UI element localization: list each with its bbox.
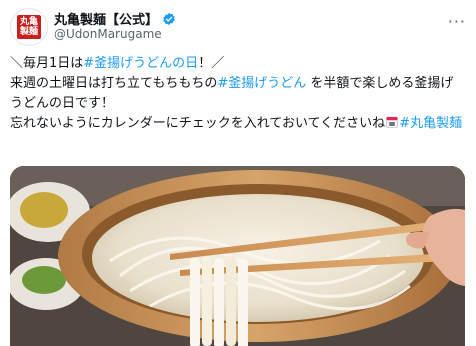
hashtag-kamaage-day[interactable]: #釜揚げうどんの日 (83, 56, 198, 71)
hashtag-marugame[interactable]: #丸亀製麺 (399, 116, 462, 131)
hashtag-kamaage-udon[interactable]: #釜揚げうどん (217, 76, 306, 91)
marugame-logo-icon: 丸亀 製麺 (17, 15, 41, 39)
tweet-text: ＼毎月1日は#釜揚げうどんの日！／ 来週の土曜日は打ち立てもちもちの#釜揚げうど… (10, 54, 465, 134)
author-name-row: 丸亀製麺【公式】 (54, 9, 176, 28)
text-line1-post: ！／ (198, 56, 225, 71)
text-line1-pre: ＼毎月1日は (10, 56, 84, 71)
more-icon[interactable]: ··· (448, 12, 466, 31)
green-onions (22, 266, 66, 294)
calendar-emoji-icon (386, 116, 398, 128)
lifted-udon-noodles (190, 256, 248, 346)
udon-photo-illustration (10, 166, 465, 346)
text-line2-pre: 来週の土曜日は打ち立てもちもちの (10, 76, 218, 91)
author-display-name[interactable]: 丸亀製麺【公式】 (54, 9, 158, 28)
tweet-header: 丸亀 製麺 丸亀製麺【公式】 @UdonMarugame ··· (10, 6, 466, 46)
tweet-photo[interactable] (10, 166, 465, 346)
logo-text-top: 丸亀 (19, 17, 38, 27)
author-avatar[interactable]: 丸亀 製麺 (10, 8, 48, 46)
text-line3-pre: 忘れないようにカレンダーにチェックを入れておいてくださいね (10, 116, 386, 131)
author-handle[interactable]: @UdonMarugame (54, 27, 162, 41)
grated-ginger (20, 192, 68, 228)
verified-badge-icon (163, 12, 175, 25)
logo-text-bottom: 製麺 (19, 27, 38, 37)
